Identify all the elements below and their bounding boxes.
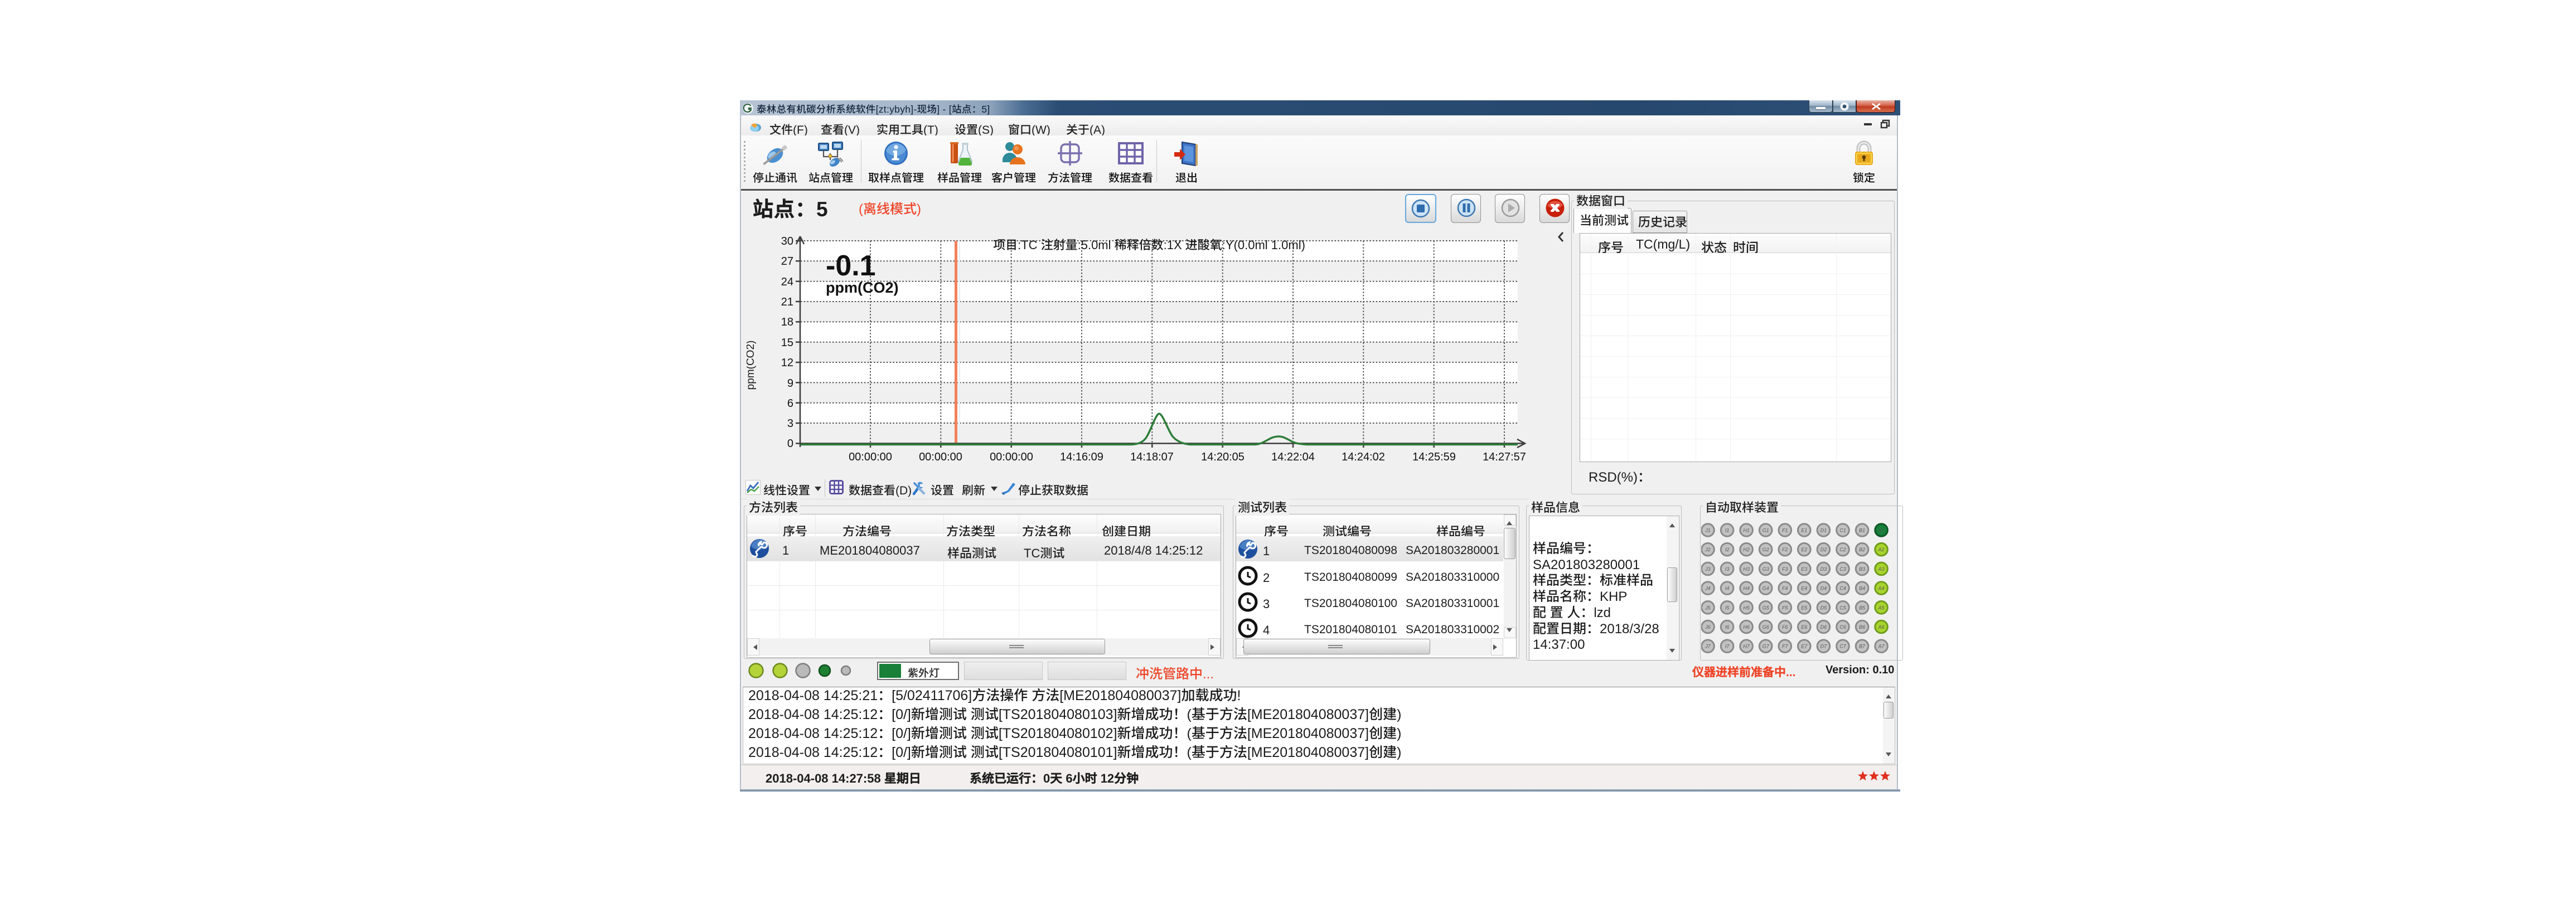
svg-text:D3: D3 <box>1820 566 1827 572</box>
svg-text:E4: E4 <box>1801 586 1807 591</box>
svg-text:C2: C2 <box>1839 547 1846 552</box>
svg-text:D1: D1 <box>1820 528 1827 533</box>
svg-text:30: 30 <box>781 235 793 247</box>
svg-text:J3: J3 <box>1705 566 1711 572</box>
svg-text:G3: G3 <box>1762 566 1769 572</box>
svg-text:A5: A5 <box>1878 605 1885 610</box>
svg-text:J2: J2 <box>1705 547 1711 552</box>
svg-text:ppm(CO2): ppm(CO2) <box>826 279 899 296</box>
svg-text:B1: B1 <box>1859 528 1865 533</box>
svg-text:E2: E2 <box>1801 547 1807 552</box>
svg-text:14:24:02: 14:24:02 <box>1342 451 1385 463</box>
svg-text:G6: G6 <box>1762 624 1769 630</box>
svg-text:G7: G7 <box>1762 644 1770 649</box>
svg-text:D5: D5 <box>1820 605 1827 610</box>
svg-text:12: 12 <box>781 357 793 369</box>
svg-text:00:00:00: 00:00:00 <box>990 451 1033 463</box>
svg-text:H4: H4 <box>1743 586 1750 591</box>
svg-text:I4: I4 <box>1725 586 1730 591</box>
svg-text:18: 18 <box>781 316 793 328</box>
svg-text:A2: A2 <box>1878 547 1885 552</box>
svg-text:D7: D7 <box>1820 644 1827 649</box>
svg-text:H6: H6 <box>1743 624 1750 630</box>
svg-text:C1: C1 <box>1839 528 1846 533</box>
svg-text:J4: J4 <box>1705 586 1711 591</box>
svg-text:I6: I6 <box>1725 624 1730 630</box>
svg-text:ppm(CO2): ppm(CO2) <box>747 341 757 390</box>
svg-text:F2: F2 <box>1782 547 1788 552</box>
svg-text:F6: F6 <box>1782 624 1788 630</box>
svg-text:D2: D2 <box>1820 547 1827 552</box>
svg-text:J7: J7 <box>1705 644 1711 649</box>
svg-text:G5: G5 <box>1762 605 1770 610</box>
svg-text:J6: J6 <box>1705 624 1711 630</box>
svg-text:00:00:00: 00:00:00 <box>919 451 962 463</box>
svg-text:F5: F5 <box>1782 605 1788 610</box>
svg-text:00:00:00: 00:00:00 <box>849 451 892 463</box>
svg-text:14:25:59: 14:25:59 <box>1412 451 1456 463</box>
svg-text:14:16:09: 14:16:09 <box>1060 451 1103 463</box>
svg-text:F3: F3 <box>1782 566 1788 572</box>
svg-text:E7: E7 <box>1801 644 1808 649</box>
svg-text:H1: H1 <box>1743 528 1750 533</box>
svg-text:J1: J1 <box>1705 528 1711 533</box>
svg-text:I1: I1 <box>1725 528 1730 533</box>
svg-text:14:18:07: 14:18:07 <box>1130 451 1174 463</box>
svg-text:B6: B6 <box>1859 624 1865 630</box>
svg-text:项目:TC 注射量:5.0ml 稀释倍数:1X 进酸氧:Y: 项目:TC 注射量:5.0ml 稀释倍数:1X 进酸氧:Y(0.0ml 1.0m… <box>993 238 1305 252</box>
svg-text:14:20:05: 14:20:05 <box>1201 451 1245 463</box>
svg-text:E6: E6 <box>1801 624 1807 630</box>
svg-text:C3: C3 <box>1839 566 1846 572</box>
svg-text:A1: A1 <box>1878 528 1885 533</box>
svg-text:21: 21 <box>781 296 793 308</box>
svg-text:B4: B4 <box>1859 586 1865 591</box>
svg-text:I5: I5 <box>1725 605 1730 610</box>
svg-text:G4: G4 <box>1762 586 1769 591</box>
svg-text:I7: I7 <box>1725 644 1730 649</box>
svg-text:E3: E3 <box>1801 566 1807 572</box>
svg-text:B2: B2 <box>1859 547 1865 552</box>
svg-text:E5: E5 <box>1801 605 1808 610</box>
svg-text:14:22:04: 14:22:04 <box>1271 451 1315 463</box>
svg-text:C4: C4 <box>1839 586 1846 591</box>
svg-text:9: 9 <box>787 377 793 390</box>
svg-text:C7: C7 <box>1839 644 1846 649</box>
svg-text:-0.1: -0.1 <box>826 250 876 282</box>
svg-text:I2: I2 <box>1725 547 1730 552</box>
svg-text:B3: B3 <box>1859 566 1865 572</box>
svg-text:B5: B5 <box>1859 605 1866 610</box>
svg-text:24: 24 <box>781 276 793 288</box>
svg-text:A7: A7 <box>1878 644 1885 649</box>
svg-text:H2: H2 <box>1743 547 1750 552</box>
svg-text:15: 15 <box>781 337 793 349</box>
svg-text:J5: J5 <box>1705 605 1711 610</box>
svg-text:F1: F1 <box>1782 528 1788 533</box>
svg-text:0: 0 <box>787 438 793 450</box>
svg-text:27: 27 <box>781 255 793 268</box>
svg-text:H5: H5 <box>1743 605 1750 610</box>
svg-text:F4: F4 <box>1782 586 1788 591</box>
svg-text:C5: C5 <box>1839 605 1846 610</box>
svg-text:G2: G2 <box>1762 547 1769 552</box>
svg-text:14:27:57: 14:27:57 <box>1483 451 1526 463</box>
svg-text:H3: H3 <box>1743 566 1750 572</box>
svg-text:I3: I3 <box>1725 566 1730 572</box>
svg-text:B7: B7 <box>1859 644 1866 649</box>
svg-text:D6: D6 <box>1820 624 1827 630</box>
svg-text:E1: E1 <box>1801 528 1807 533</box>
svg-text:G1: G1 <box>1762 528 1769 533</box>
svg-text:H7: H7 <box>1743 644 1750 649</box>
svg-text:3: 3 <box>787 417 793 430</box>
svg-text:F7: F7 <box>1782 644 1788 649</box>
svg-text:C6: C6 <box>1839 624 1846 630</box>
svg-text:6: 6 <box>787 397 793 410</box>
svg-text:A3: A3 <box>1878 566 1885 572</box>
svg-text:D4: D4 <box>1820 586 1827 591</box>
svg-text:A4: A4 <box>1878 586 1885 591</box>
svg-text:A6: A6 <box>1878 624 1885 630</box>
